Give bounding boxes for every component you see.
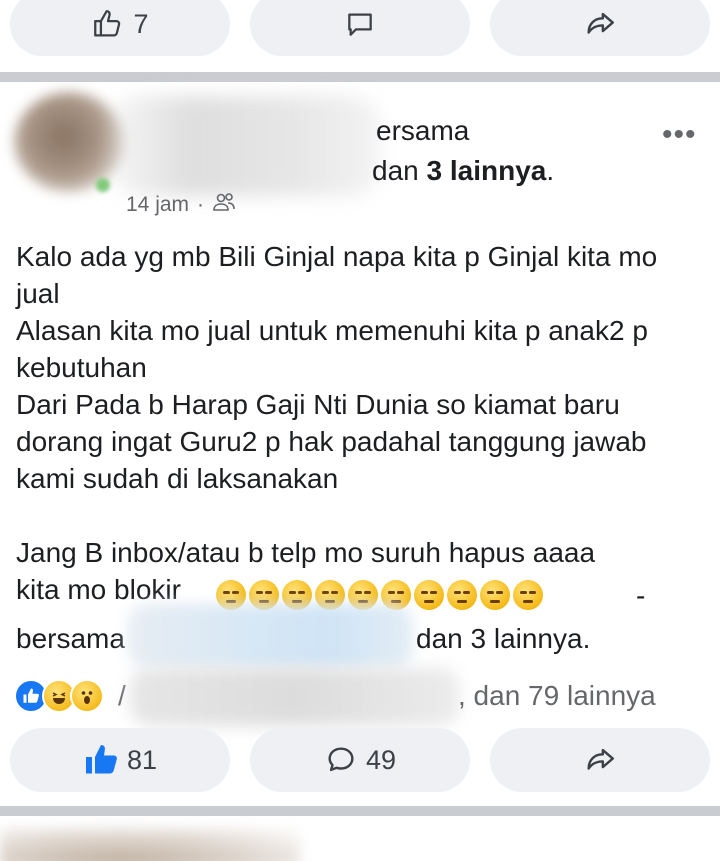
meta-separator: · bbox=[197, 193, 205, 216]
tag-suffix[interactable]: dan 3 lainnya. bbox=[416, 620, 590, 657]
post-paragraph: Kalo ada yg mb Bili Ginjal napa kita p G… bbox=[16, 241, 658, 309]
reaction-names-start: / bbox=[118, 680, 126, 711]
comment-button[interactable]: 49 bbox=[250, 728, 470, 792]
like-count-top: 7 bbox=[133, 8, 149, 39]
friends-icon bbox=[212, 192, 236, 218]
post-meta: 14 jam · bbox=[126, 192, 236, 218]
reaction-icons[interactable] bbox=[14, 679, 104, 713]
weary-face-icon bbox=[414, 580, 444, 610]
post-paragraph: Dari Pada b Harap Gaji Nti Dunia so kiam… bbox=[16, 389, 647, 494]
like-button-top[interactable]: 7 bbox=[10, 0, 230, 56]
thumbs-up-outline-icon bbox=[91, 7, 125, 41]
post-body: Kalo ada yg mb Bili Ginjal napa kita p G… bbox=[16, 238, 706, 608]
next-post-avatar-blurred bbox=[0, 828, 300, 861]
share-icon bbox=[583, 7, 617, 41]
share-icon bbox=[583, 743, 617, 777]
like-count: 81 bbox=[126, 744, 158, 775]
share-button[interactable] bbox=[490, 728, 710, 792]
header-text-line2: dan 3 lainnya. bbox=[372, 155, 555, 186]
more-dots-icon[interactable]: ••• bbox=[662, 118, 697, 152]
thumbs-up-filled-icon bbox=[83, 742, 119, 778]
others-link[interactable]: 3 lainnya bbox=[427, 155, 547, 186]
post-divider-bottom bbox=[0, 806, 720, 816]
post-time[interactable]: 14 jam bbox=[126, 193, 189, 217]
weary-face-icon bbox=[480, 580, 510, 610]
online-status-dot bbox=[96, 178, 110, 192]
like-button[interactable]: 81 bbox=[10, 728, 230, 792]
weary-face-icon bbox=[513, 580, 543, 610]
share-button-top[interactable] bbox=[490, 0, 710, 56]
post-blank-line bbox=[16, 497, 706, 534]
header-text-line1: ersama bbox=[376, 115, 470, 146]
wow-reaction-icon bbox=[70, 679, 104, 713]
comment-icon bbox=[324, 743, 358, 777]
tag-prefix: bersama bbox=[16, 623, 125, 654]
comment-count: 49 bbox=[365, 744, 397, 775]
post-paragraph: Jang B inbox/atau b telp mo suruh hapus … bbox=[16, 537, 596, 568]
comment-button-top[interactable] bbox=[250, 0, 470, 56]
comment-icon bbox=[344, 8, 376, 40]
post-paragraph: Alasan kita mo jual untuk memenuhi kita … bbox=[16, 315, 648, 383]
emoji-dash: - bbox=[636, 580, 646, 611]
avatar[interactable] bbox=[14, 92, 124, 192]
reaction-summary[interactable]: , dan 79 lainnya bbox=[458, 680, 656, 712]
tagged-names-blurred bbox=[128, 604, 413, 668]
post-divider-top bbox=[0, 72, 720, 82]
weary-face-icon bbox=[447, 580, 477, 610]
reaction-names-blurred bbox=[130, 668, 460, 726]
author-name-blurred bbox=[110, 96, 380, 196]
